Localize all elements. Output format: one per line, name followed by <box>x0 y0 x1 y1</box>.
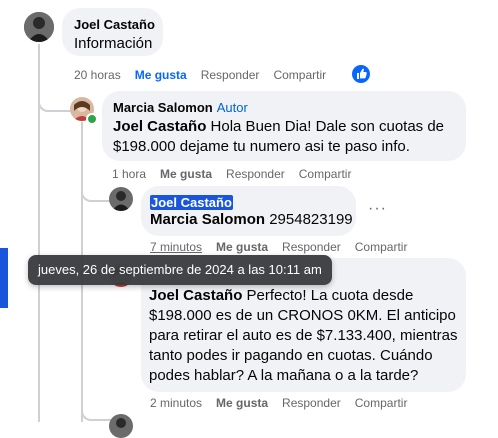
share-button[interactable]: Compartir <box>355 396 408 410</box>
avatar-joel[interactable] <box>109 414 133 438</box>
mention-link[interactable]: Joel Castaño <box>113 118 206 135</box>
comment-actions-3: 7 minutos Me gusta Responder Compartir <box>150 240 407 254</box>
thread-elbow-reply4 <box>81 405 111 421</box>
author-badge: Autor <box>216 100 248 115</box>
comment-bubble-3: Joel Castaño Marcia Salomon 2954823199 <box>141 186 356 236</box>
comment-text-block: Marcia Salomon 2954823199 <box>150 210 353 230</box>
mention-link[interactable]: Marcia Salomon <box>150 211 265 228</box>
reply-button[interactable]: Responder <box>282 396 341 410</box>
comment-bubble-2: Marcia Salomon Autor Joel Castaño Hola Bu… <box>102 91 466 161</box>
share-button[interactable]: Compartir <box>355 240 408 254</box>
more-options-icon[interactable]: ··· <box>368 200 387 218</box>
comment-actions-4: 2 minutos Me gusta Responder Compartir <box>150 396 407 410</box>
comment-author[interactable]: Marcia Salomon <box>113 100 213 115</box>
thread-elbow-reply2 <box>81 180 111 202</box>
comment-text-block: Joel Castaño Hola Buen Dia! Dale son cuo… <box>113 117 459 157</box>
comment-author[interactable]: Joel Castaño <box>150 195 233 210</box>
comment-text: 2954823199 <box>265 211 353 228</box>
comment-time[interactable]: 2 minutos <box>150 396 202 410</box>
comment-actions-2: 1 hora Me gusta Responder Compartir <box>112 167 351 181</box>
share-button[interactable]: Compartir <box>273 68 326 82</box>
timestamp-tooltip: jueves, 26 de septiembre de 2024 a las 1… <box>28 255 332 285</box>
online-status-indicator <box>86 113 98 125</box>
reply-button[interactable]: Responder <box>282 240 341 254</box>
like-button[interactable]: Me gusta <box>216 240 268 254</box>
thread-elbow-reply1 <box>38 90 72 112</box>
comment-time[interactable]: 20 horas <box>74 68 121 82</box>
comment-actions-1: 20 horas Me gusta Responder Compartir <box>74 68 326 82</box>
comment-author[interactable]: Joel Castaño <box>74 16 155 33</box>
comment-time[interactable]: 7 minutos <box>150 240 202 254</box>
like-button[interactable]: Me gusta <box>135 68 187 82</box>
reply-button[interactable]: Responder <box>226 167 285 181</box>
like-reaction-icon[interactable] <box>352 65 370 83</box>
avatar-joel[interactable] <box>109 187 133 211</box>
comment-time[interactable]: 1 hora <box>112 167 146 181</box>
comment-text: Información <box>74 35 153 52</box>
comment-bubble-1: Joel Castaño Información <box>62 8 163 56</box>
share-button[interactable]: Compartir <box>299 167 352 181</box>
selection-indicator <box>0 248 8 308</box>
like-button[interactable]: Me gusta <box>216 396 268 410</box>
reply-button[interactable]: Responder <box>201 68 260 82</box>
like-button[interactable]: Me gusta <box>160 167 212 181</box>
avatar-joel[interactable] <box>24 12 54 42</box>
comment-text-block: Joel Castaño Perfecto! La cuota desde $1… <box>149 286 459 386</box>
mention-link[interactable]: Joel Castaño <box>149 287 242 304</box>
